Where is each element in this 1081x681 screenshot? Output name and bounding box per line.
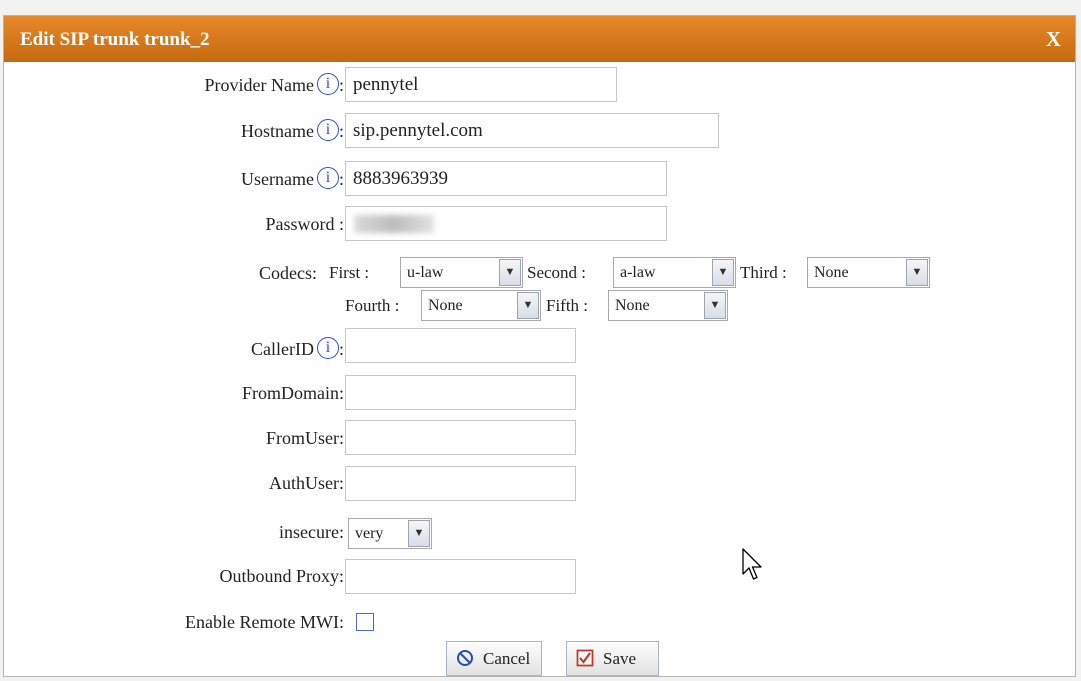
info-icon[interactable]: i (316, 167, 339, 189)
username-label: Username i: (241, 167, 344, 189)
chevron-down-icon[interactable]: ▼ (704, 292, 726, 319)
hostname-input[interactable]: sip.pennytel.com (345, 113, 719, 148)
enable-remote-mwi-label: Enable Remote MWI: (185, 612, 344, 632)
info-icon[interactable]: i (316, 73, 339, 95)
codecs-label: Codecs: (259, 263, 317, 283)
fromdomain-label: FromDomain: (242, 383, 344, 403)
chevron-down-icon[interactable]: ▼ (712, 259, 734, 286)
cancel-button[interactable]: Cancel (446, 641, 542, 676)
codec-first-label: First : (329, 263, 370, 282)
codec-third-label: Third : (740, 263, 787, 282)
codec-first-select[interactable]: u-law ▼ (400, 257, 523, 288)
info-icon[interactable]: i (316, 337, 339, 359)
fromdomain-input[interactable] (345, 375, 576, 410)
authuser-label: AuthUser: (269, 473, 344, 493)
provider-name-label: Provider Name i: (204, 73, 344, 95)
insecure-label: insecure: (279, 522, 344, 542)
hostname-label: Hostname i: (241, 119, 344, 141)
info-icon[interactable]: i (316, 119, 339, 141)
mouse-pointer-icon (742, 548, 762, 580)
codec-third-select[interactable]: None ▼ (807, 257, 930, 288)
dialog-title: Edit SIP trunk trunk_2 (20, 29, 210, 50)
outbound-proxy-label: Outbound Proxy: (219, 566, 344, 586)
codec-fourth-label: Fourth : (345, 296, 400, 315)
codec-fifth-label: Fifth : (546, 296, 589, 315)
username-input[interactable]: 8883963939 (345, 161, 667, 196)
insecure-select[interactable]: very ▼ (348, 518, 432, 549)
password-label: Password : (265, 214, 344, 234)
provider-name-input[interactable]: pennytel (345, 67, 617, 102)
codec-fifth-select[interactable]: None ▼ (608, 290, 728, 321)
enable-remote-mwi-checkbox[interactable] (356, 613, 374, 631)
cancel-icon (457, 650, 473, 666)
edit-sip-trunk-dialog: Edit SIP trunk trunk_2 X Provider Name i:… (3, 15, 1076, 677)
dialog-titlebar[interactable]: Edit SIP trunk trunk_2 X (4, 16, 1075, 62)
chevron-down-icon[interactable]: ▼ (408, 520, 430, 547)
chevron-down-icon[interactable]: ▼ (499, 259, 521, 286)
chevron-down-icon[interactable]: ▼ (906, 259, 928, 286)
masked-password (354, 215, 434, 233)
fromuser-label: FromUser: (266, 428, 344, 448)
callerid-label: CallerID i: (251, 337, 344, 359)
fromuser-input[interactable] (345, 420, 576, 455)
callerid-input[interactable] (345, 328, 576, 363)
authuser-input[interactable] (345, 466, 576, 501)
codec-second-select[interactable]: a-law ▼ (613, 257, 736, 288)
close-button[interactable]: X (1046, 27, 1061, 52)
outbound-proxy-input[interactable] (345, 559, 576, 594)
codec-fourth-select[interactable]: None ▼ (421, 290, 541, 321)
save-button[interactable]: Save (566, 641, 659, 676)
chevron-down-icon[interactable]: ▼ (517, 292, 539, 319)
checkbox-checked-icon (576, 649, 594, 667)
codec-second-label: Second : (527, 263, 587, 282)
password-input[interactable] (345, 206, 667, 241)
